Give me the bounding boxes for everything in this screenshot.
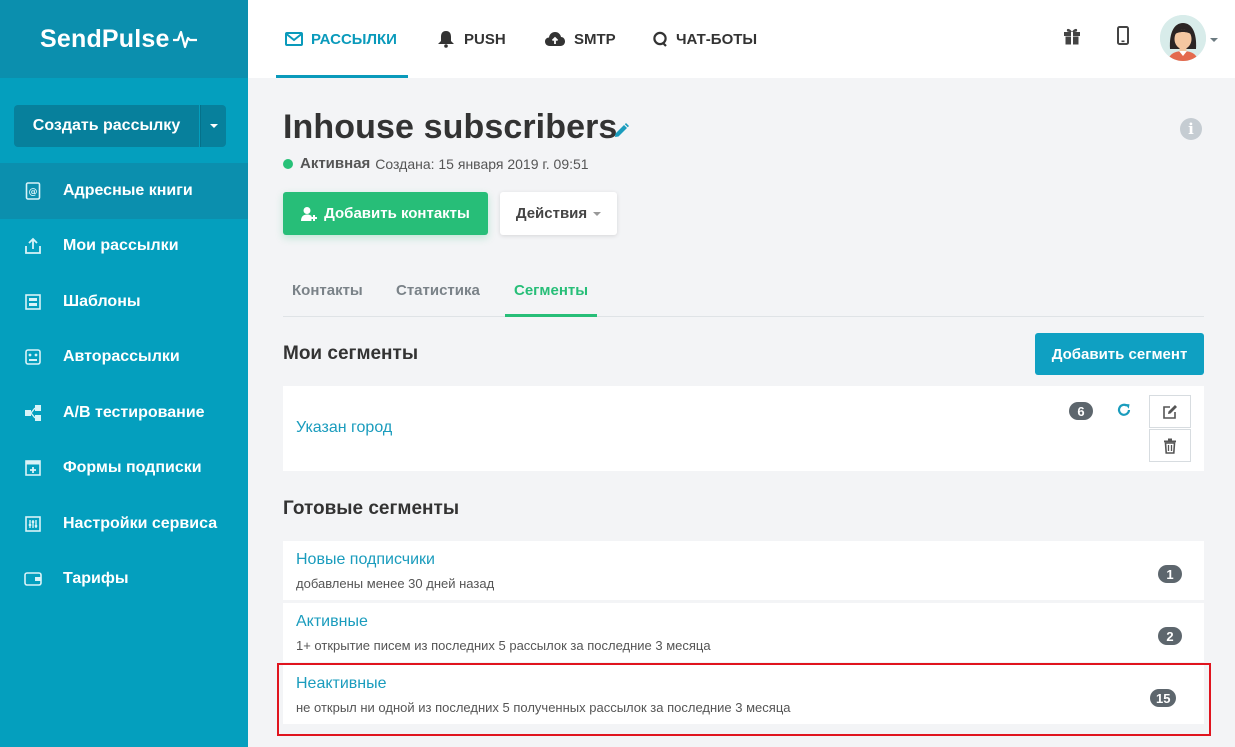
templates-icon [24,293,42,311]
addressbook-tabs: Контакты Статистика Сегменты [283,264,1204,317]
bell-icon [438,31,454,48]
avatar[interactable] [1160,15,1206,61]
topnav-tab-push[interactable]: PUSH [436,0,506,78]
sidebar-item-label: Формы подписки [63,459,202,477]
edit-icon [1163,404,1177,419]
status-dot-icon [283,158,293,169]
chevron-down-icon[interactable] [1210,38,1218,42]
settings-sliders-icon [24,515,42,533]
segment-name-link[interactable]: Новые подписчики [296,551,435,569]
add-user-icon [301,206,318,221]
segment-name-link[interactable]: Активные [296,613,368,631]
sidebar-item-automation[interactable]: Авторассылки [0,330,248,386]
chevron-down-icon [593,211,602,216]
created-date: Создана: 15 января 2019 г. 09:51 [375,155,589,172]
tab-segments[interactable]: Сегменты [505,264,598,317]
page-title: Inhouse subscribers [283,108,618,146]
tab-statistics[interactable]: Статистика [387,264,489,316]
topnav-tab-chatbots[interactable]: ЧАТ-БОТЫ [652,0,757,78]
highlight-frame [277,663,1211,736]
sidebar-item-tariffs[interactable]: Тарифы [0,552,248,608]
segment-count-badge: 6 [1069,402,1093,420]
trash-icon [1164,438,1176,454]
svg-text:@: @ [29,187,38,197]
list-item: Новые подписчики добавлены менее 30 дней… [283,541,1204,600]
actions-dropdown-button[interactable]: Действия [500,192,617,235]
sidebar-item-label: Шаблоны [63,292,141,310]
tab-label: Статистика [396,281,480,299]
mobile-icon[interactable] [1116,26,1130,51]
info-icon[interactable]: i [1180,118,1202,140]
sidebar-item-subscription-forms[interactable]: Формы подписки [0,441,248,497]
segment-card: Указан город 6 [283,386,1204,471]
mailing-upload-icon [24,237,42,255]
ab-test-icon [24,404,42,422]
tab-contacts[interactable]: Контакты [283,264,372,316]
sidebar-item-ab-testing[interactable]: A/B тестирование [0,385,248,441]
main-content: Inhouse subscribers i Активная Создана: … [248,78,1235,747]
create-mailing-dropdown[interactable] [200,105,226,147]
topnav-tab-mailings[interactable]: РАССЫЛКИ [276,0,408,78]
address-book-icon: @ [24,181,42,200]
sidebar-item-address-books[interactable]: @ Адресные книги [0,163,248,219]
segment-count-badge: 1 [1158,565,1182,583]
delete-segment-button[interactable] [1149,429,1191,462]
sidebar-item-label: Настройки сервиса [63,514,218,532]
sidebar-item-templates[interactable]: Шаблоны [0,274,248,330]
topnav-tab-label: ЧАТ-БОТЫ [676,30,758,48]
sidebar-nav: @ Адресные книги Мои рассылки Шаблоны Ав… [0,163,248,607]
automation-icon [24,348,42,366]
sidebar-item-label: Тарифы [63,570,129,588]
logo[interactable]: SendPulse [40,25,197,54]
tab-label: Сегменты [514,281,589,299]
add-segment-button[interactable]: Добавить сегмент [1035,333,1204,375]
chevron-down-icon [209,124,218,128]
add-contacts-label: Добавить контакты [324,205,470,222]
actions-label: Действия [515,205,588,222]
sidebar-item-label: Мои рассылки [63,237,179,255]
sidebar-item-label: Авторассылки [63,348,180,366]
refresh-icon[interactable] [1116,402,1132,423]
status-line: Активная Создана: 15 января 2019 г. 09:5… [283,155,589,172]
segment-count-badge: 2 [1158,627,1182,645]
create-mailing-button[interactable]: Создать рассылку [14,105,199,147]
list-item: Активные 1+ открытие писем из последних … [283,603,1204,662]
edit-segment-button[interactable] [1149,395,1191,428]
pulse-icon [172,30,197,49]
gift-icon[interactable] [1062,26,1082,51]
cloud-upload-icon [545,32,565,46]
wallet-icon [24,570,42,588]
pencil-icon[interactable] [612,122,630,145]
tab-label: Контакты [292,281,363,299]
envelope-icon [285,32,303,46]
sidebar-item-label: Адресные книги [63,181,193,199]
active-tab-indicator [505,314,598,317]
sidebar-item-label: A/B тестирование [63,403,205,421]
add-contacts-button[interactable]: Добавить контакты [283,192,488,235]
sidebar: SendPulse Создать рассылку @ Адресные кн… [0,0,248,747]
topnav-tab-smtp[interactable]: SMTP [544,0,616,78]
top-navigation: РАССЫЛКИ PUSH SMTP ЧАТ-БОТЫ [248,0,1235,78]
logo-area: SendPulse [0,0,248,78]
create-mailing-group: Создать рассылку [14,105,226,147]
topnav-tab-label: РАССЫЛКИ [311,30,397,48]
segment-name-link[interactable]: Указан город [296,419,392,437]
my-segments-title: Мои сегменты [283,343,419,364]
logo-text: SendPulse [40,24,170,53]
topnav-tab-label: PUSH [464,30,506,48]
sidebar-item-service-settings[interactable]: Настройки сервиса [0,496,248,552]
topnav-tab-label: SMTP [574,30,616,48]
segment-description: 1+ открытие писем из последних 5 рассыло… [296,638,711,653]
status-badge: Активная [300,155,371,172]
ready-segments-title: Готовые сегменты [283,498,460,519]
segment-description: добавлены менее 30 дней назад [296,576,495,591]
sidebar-item-my-mailings[interactable]: Мои рассылки [0,219,248,275]
chat-icon [653,31,667,47]
subscription-form-icon [24,459,42,477]
